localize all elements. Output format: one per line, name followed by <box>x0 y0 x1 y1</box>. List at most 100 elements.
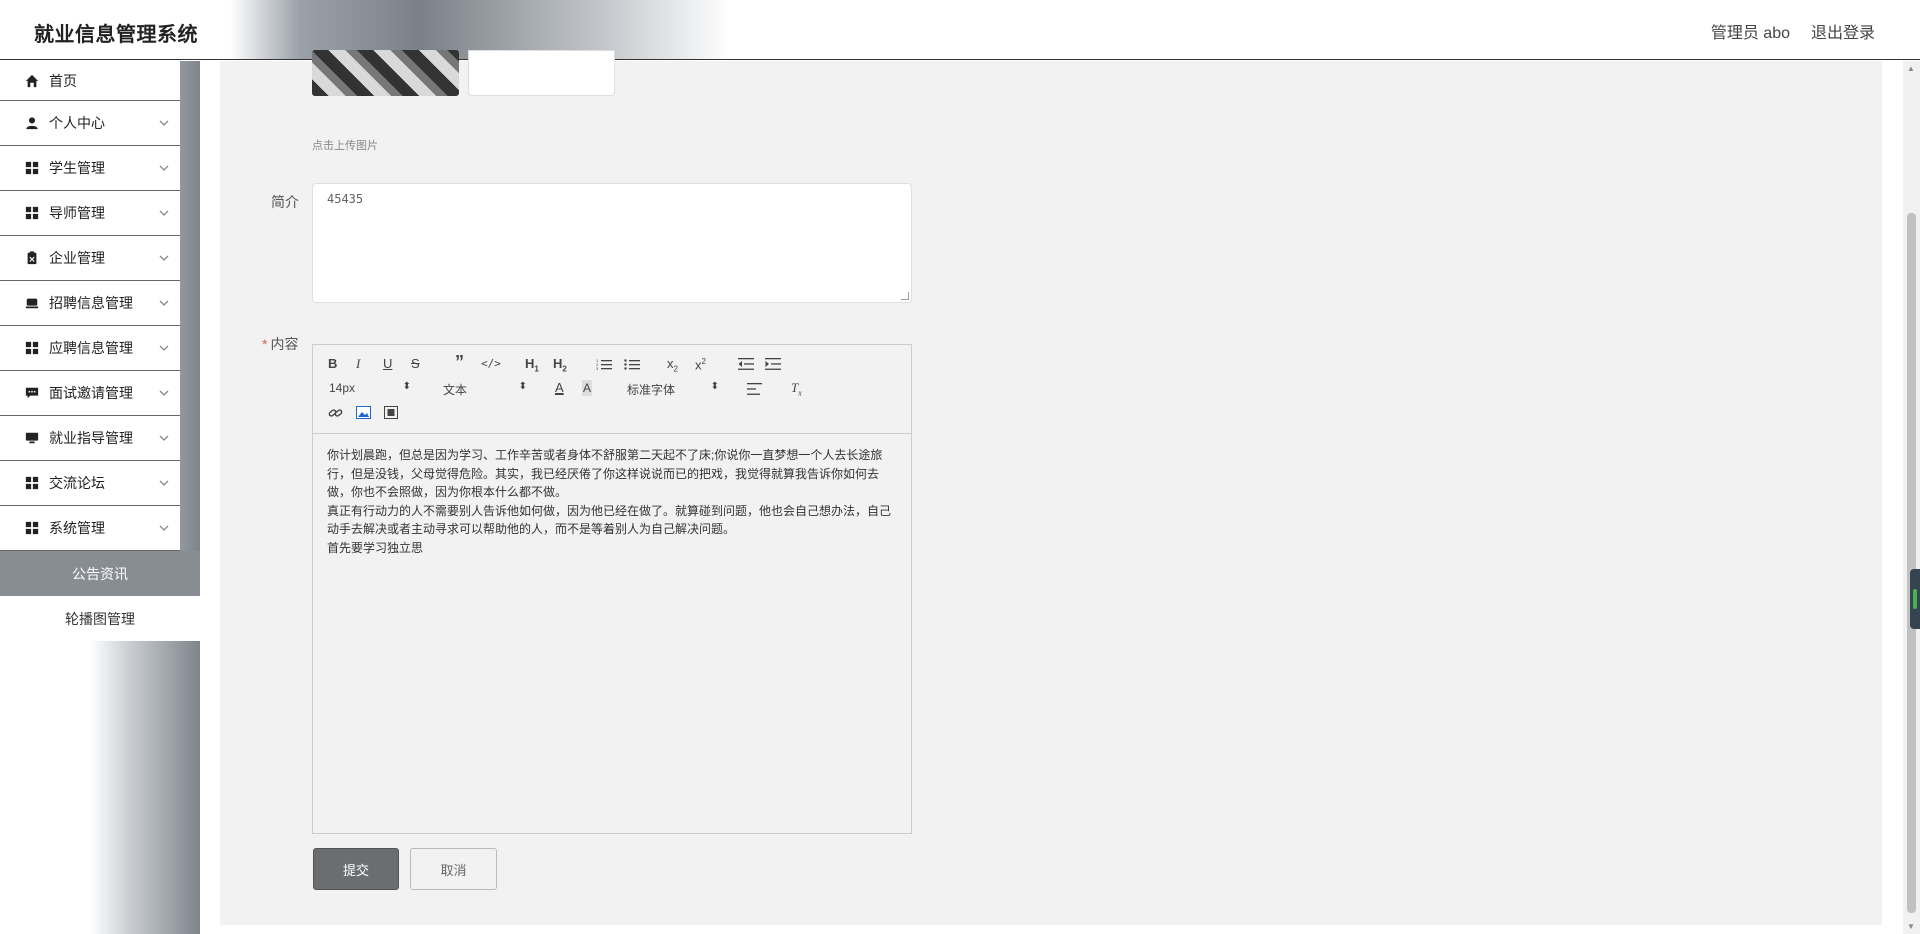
video-icon[interactable] <box>384 406 398 419</box>
sidebar-item-label: 就业指导管理 <box>49 430 133 446</box>
uploaded-image-thumbnail[interactable] <box>312 50 459 96</box>
upload-hint[interactable]: 点击上传图片 <box>312 137 378 153</box>
superscript-icon[interactable]: x2 <box>695 354 706 373</box>
grid-icon <box>25 161 39 175</box>
chevron-down-icon <box>159 210 169 216</box>
home-icon <box>25 74 39 87</box>
content-label-text: 内容 <box>270 336 299 352</box>
heading-2-icon[interactable]: H2 <box>553 356 567 378</box>
indent-icon[interactable] <box>765 358 781 370</box>
chevron-down-icon <box>159 300 169 306</box>
top-header: 就业信息管理系统 管理员 abo 退出登录 <box>0 0 1920 60</box>
sidebar-item-label: 学生管理 <box>49 160 105 176</box>
image-upload-slot[interactable] <box>468 50 615 96</box>
sidebar-item-forum[interactable]: 交流论坛 <box>0 461 180 506</box>
user-icon <box>26 117 38 130</box>
chevron-down-icon <box>159 165 169 171</box>
chevron-down-icon <box>159 120 169 126</box>
scroll-down-arrow-icon[interactable]: ▼ <box>1907 922 1915 931</box>
clear-format-icon[interactable]: Tx <box>791 380 802 402</box>
vertical-scrollbar[interactable]: ▲ ▼ <box>1903 61 1920 934</box>
chevron-down-icon <box>159 255 169 261</box>
sidebar-item-label: 面试邀请管理 <box>49 385 133 401</box>
sidebar-item-label: 应聘信息管理 <box>49 340 133 356</box>
sidebar-item-employment-guidance[interactable]: 就业指导管理 <box>0 416 180 461</box>
chevron-down-icon <box>159 435 169 441</box>
sidebar-item-interview-invitation[interactable]: 面试邀请管理 <box>0 371 180 416</box>
strikethrough-icon[interactable]: S <box>411 356 420 372</box>
italic-icon[interactable]: I <box>356 356 360 372</box>
font-family-value: 标准字体 <box>627 383 676 397</box>
sidebar-item-application-management[interactable]: 应聘信息管理 <box>0 326 180 371</box>
sidebar-item-label: 导师管理 <box>49 205 105 221</box>
grid-icon <box>25 206 39 220</box>
sidebar-item-label: 首页 <box>49 72 77 89</box>
resize-grip-icon[interactable] <box>901 292 909 300</box>
intro-textarea[interactable]: 45435 <box>312 183 912 303</box>
sidebar-item-home[interactable]: 首页 <box>0 61 180 101</box>
sidebar: 首页 个人中心 学生管理 导师管理 企业管理 招聘信息管理 应聘信息管理 面试邀… <box>0 61 200 934</box>
intro-value: 45435 <box>327 192 364 206</box>
sidebar-item-personal-center[interactable]: 个人中心 <box>0 101 180 146</box>
sidebar-item-label: 系统管理 <box>49 520 105 536</box>
editor-paragraph: 你计划晨跑，但总是因为学习、工作辛苦或者身体不舒服第二天起不了床;你说你一直梦想… <box>327 448 883 499</box>
font-family-select[interactable]: 标准字体 ⬍ <box>627 381 719 398</box>
chevron-down-icon <box>159 345 169 351</box>
scrollbar-thumb[interactable] <box>1907 213 1916 913</box>
outdent-icon[interactable] <box>738 358 754 370</box>
image-icon[interactable] <box>356 406 371 419</box>
ordered-list-icon[interactable]: 123 <box>596 358 612 370</box>
grid-icon <box>25 521 39 535</box>
bullet-list-icon[interactable] <box>624 358 640 370</box>
sidebar-item-label: 个人中心 <box>49 115 105 131</box>
underline-icon[interactable]: U <box>383 356 392 372</box>
sidebar-item-student-management[interactable]: 学生管理 <box>0 146 180 191</box>
app-title: 就业信息管理系统 <box>34 24 198 46</box>
sidebar-subitem-carousel-management[interactable]: 轮播图管理 <box>0 596 200 641</box>
cancel-button[interactable]: 取消 <box>410 848 497 890</box>
sidebar-item-company-management[interactable]: 企业管理 <box>0 236 180 281</box>
editor-paragraph: 真正有行动力的人不需要别人告诉他如何做，因为他已经在做了。就算碰到问题，他也会自… <box>327 503 892 537</box>
code-block-icon[interactable]: </> <box>481 356 501 372</box>
grid-icon <box>25 476 39 490</box>
align-icon[interactable] <box>747 383 762 395</box>
sidebar-item-system-management[interactable]: 系统管理 <box>0 506 180 551</box>
font-size-value: 14px <box>329 381 356 395</box>
rich-text-editor: B I U S ” </> H1 H2 123 x2 x2 14px ⬍ 文本 ⬍ … <box>312 344 912 834</box>
content-label: * 内容 <box>262 334 298 354</box>
grid-icon <box>25 341 39 355</box>
header-format-select[interactable]: 文本 ⬍ <box>443 381 527 398</box>
subscript-icon[interactable]: x2 <box>667 356 678 378</box>
heading-1-icon[interactable]: H1 <box>525 356 539 378</box>
intro-label: 简介 <box>271 194 299 210</box>
submit-button[interactable]: 提交 <box>313 848 399 890</box>
sidebar-item-label: 交流论坛 <box>49 475 105 491</box>
bold-icon[interactable]: B <box>328 356 337 372</box>
editor-content[interactable]: 你计划晨跑，但总是因为学习、工作辛苦或者身体不舒服第二天起不了床;你说你一直梦想… <box>313 434 911 569</box>
editor-toolbar: B I U S ” </> H1 H2 123 x2 x2 14px ⬍ 文本 ⬍ … <box>313 345 911 434</box>
floating-side-widget[interactable] <box>1910 569 1920 629</box>
chevron-down-icon <box>159 480 169 486</box>
scroll-up-arrow-icon[interactable]: ▲ <box>1907 64 1915 73</box>
admin-user-label: 管理员 abo <box>1710 25 1790 42</box>
sidebar-item-tutor-management[interactable]: 导师管理 <box>0 191 180 236</box>
font-size-select[interactable]: 14px ⬍ <box>329 381 411 395</box>
sidebar-item-label: 企业管理 <box>49 250 105 266</box>
link-icon[interactable] <box>328 406 343 420</box>
tray-icon <box>25 298 39 309</box>
clipboard-icon <box>27 251 37 265</box>
logout-link[interactable]: 退出登录 <box>1811 19 1875 43</box>
select-arrow-icon: ⬍ <box>710 381 719 392</box>
select-arrow-icon: ⬍ <box>518 381 527 392</box>
select-arrow-icon: ⬍ <box>402 381 411 392</box>
background-color-icon[interactable]: A <box>582 380 593 396</box>
sidebar-subitem-announcements[interactable]: 公告资讯 <box>0 551 200 596</box>
header-format-value: 文本 <box>443 383 468 397</box>
blockquote-icon[interactable]: ” <box>455 353 464 371</box>
text-color-icon[interactable]: A <box>555 380 564 396</box>
widget-indicator-icon <box>1913 589 1917 609</box>
sidebar-item-recruitment-management[interactable]: 招聘信息管理 <box>0 281 180 326</box>
chevron-down-icon <box>159 525 169 531</box>
svg-text:3: 3 <box>596 366 599 370</box>
required-mark: * <box>262 336 268 352</box>
